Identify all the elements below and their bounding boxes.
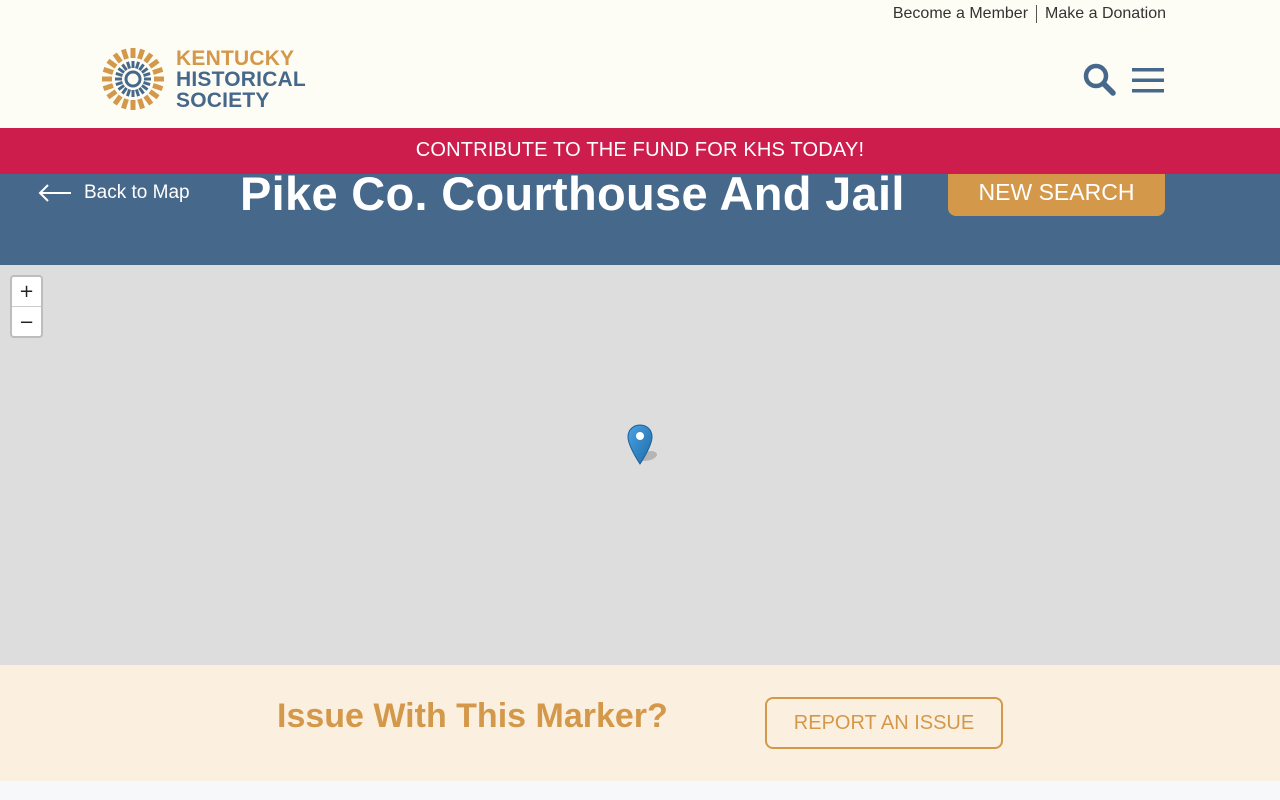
map-view[interactable]: + − xyxy=(0,265,1280,665)
report-issue-band: Issue With This Marker? REPORT AN ISSUE xyxy=(0,665,1280,781)
issue-heading: Issue With This Marker? xyxy=(277,697,668,735)
logo-line-1: KENTUCKY xyxy=(176,46,295,70)
back-to-map-label: Back to Map xyxy=(84,182,190,203)
logo-line-3: SOCIETY xyxy=(176,88,270,112)
promo-banner[interactable]: CONTRIBUTE TO THE FUND FOR KHS TODAY! xyxy=(0,128,1280,174)
header-actions xyxy=(1082,62,1166,98)
become-member-link[interactable]: Become a Member xyxy=(893,5,1028,23)
promo-banner-text: CONTRIBUTE TO THE FUND FOR KHS TODAY! xyxy=(415,139,865,161)
site-header: Become a Member Make a Donation KENTUCKY… xyxy=(0,0,1280,128)
search-icon[interactable] xyxy=(1082,62,1118,98)
utility-nav: Become a Member Make a Donation xyxy=(893,5,1166,23)
map-pin-icon[interactable] xyxy=(626,424,670,468)
sunburst-logo-icon xyxy=(102,48,164,110)
utility-nav-divider xyxy=(1036,5,1038,23)
marker-title-band: Back to Map Pike Co. Courthouse And Jail… xyxy=(0,160,1280,265)
hamburger-menu-icon[interactable] xyxy=(1130,62,1166,98)
back-to-map-link[interactable]: Back to Map xyxy=(38,182,190,204)
logo-line-2: HISTORICAL xyxy=(176,67,306,91)
zoom-control: + − xyxy=(10,275,43,338)
zoom-out-button[interactable]: − xyxy=(12,307,41,336)
site-logo[interactable]: KENTUCKY HISTORICAL SOCIETY xyxy=(100,46,306,112)
logo-wordmark: KENTUCKY HISTORICAL SOCIETY xyxy=(176,48,306,111)
zoom-in-button[interactable]: + xyxy=(12,277,41,307)
report-issue-button[interactable]: REPORT AN ISSUE xyxy=(765,697,1003,749)
page-title: Pike Co. Courthouse And Jail xyxy=(240,167,905,220)
make-donation-link[interactable]: Make a Donation xyxy=(1045,5,1166,23)
arrow-left-icon xyxy=(38,184,71,202)
